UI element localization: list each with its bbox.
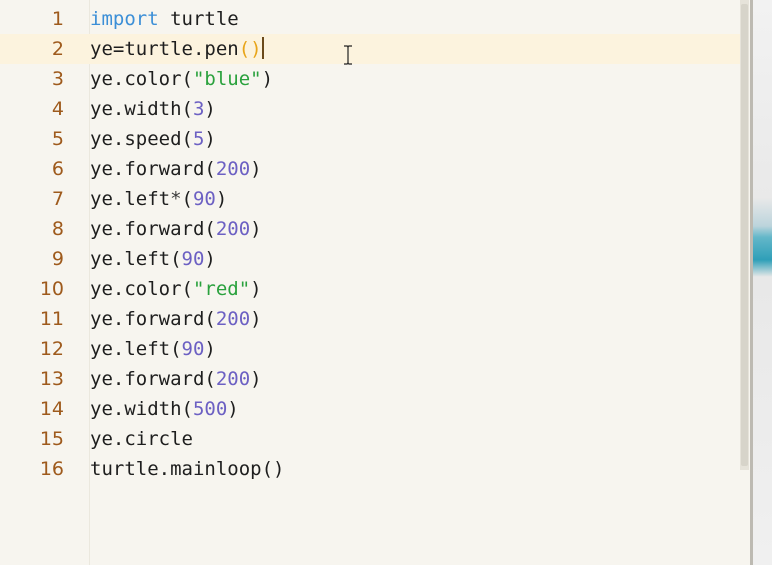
scrollbar-thumb[interactable]	[741, 4, 748, 466]
code-token: turtle	[158, 8, 239, 30]
code-token: ye.left(	[90, 248, 182, 270]
code-text[interactable]: ye.forward(200)	[90, 214, 262, 244]
number-token: 200	[215, 308, 251, 330]
keyword-token: import	[90, 8, 159, 30]
code-token: turtle.mainloop()	[90, 458, 285, 480]
number-token: 90	[181, 338, 205, 360]
code-text[interactable]: ye.width(500)	[90, 394, 239, 424]
code-token: ye.forward(	[90, 368, 216, 390]
code-token: ye.width(	[90, 98, 193, 120]
code-text[interactable]: ye.left*(90)	[90, 184, 227, 214]
code-text[interactable]: ye.forward(200)	[90, 304, 262, 334]
code-text[interactable]: ye.color("blue")	[90, 64, 273, 94]
line-number: 14	[39, 398, 64, 420]
matched-brackets: ()	[238, 38, 262, 60]
code-token: ye.speed(	[90, 128, 193, 150]
code-token: )	[250, 218, 262, 240]
code-line[interactable]: 13 ye.forward(200)	[0, 364, 745, 394]
code-line[interactable]: 14 ye.width(500)	[0, 394, 745, 424]
code-token: )	[204, 248, 216, 270]
code-token: ye.forward(	[90, 308, 216, 330]
code-token: )	[261, 68, 274, 90]
line-number: 2	[51, 38, 64, 60]
line-number: 5	[51, 128, 64, 150]
code-token: ye.forward(	[90, 158, 216, 180]
code-token: ye.forward(	[90, 218, 216, 240]
code-text[interactable]: ye=turtle.pen()	[90, 34, 264, 64]
code-token: )	[250, 308, 262, 330]
line-number: 10	[39, 278, 64, 300]
code-line[interactable]: 1 import turtle	[0, 4, 745, 34]
line-number: 9	[51, 248, 64, 270]
number-token: 90	[192, 188, 216, 210]
code-line[interactable]: 4 ye.width(3)	[0, 94, 745, 124]
line-number: 7	[51, 188, 64, 210]
line-number: 12	[39, 338, 64, 360]
code-token: )	[250, 278, 262, 300]
code-line[interactable]: 6 ye.forward(200)	[0, 154, 745, 184]
code-line[interactable]: 8 ye.forward(200)	[0, 214, 745, 244]
number-token: 3	[192, 98, 205, 120]
code-text[interactable]: ye.forward(200)	[90, 154, 262, 184]
code-text[interactable]: ye.speed(5)	[90, 124, 216, 154]
code-line[interactable]: 5 ye.speed(5)	[0, 124, 745, 154]
code-token: ye.left	[90, 188, 171, 210]
code-text[interactable]: ye.circle	[90, 424, 193, 454]
code-token: )	[215, 188, 228, 210]
code-token: )	[204, 128, 216, 150]
code-line[interactable]: 9 ye.left(90)	[0, 244, 745, 274]
code-text[interactable]: ye.forward(200)	[90, 364, 262, 394]
code-text[interactable]: import turtle	[90, 4, 239, 34]
code-lines[interactable]: 1 import turtle 2 ye=turtle.pen() 3 ye.color(…	[0, 4, 745, 484]
line-number: 1	[51, 8, 64, 30]
desktop-background-strip	[753, 0, 772, 565]
code-token: )	[227, 398, 239, 420]
code-text[interactable]: ye.left(90)	[90, 334, 216, 364]
string-token: "blue"	[192, 68, 262, 90]
code-token: ye=turtle.pen	[90, 38, 239, 60]
line-number: 8	[51, 218, 64, 240]
line-number: 11	[39, 308, 64, 330]
code-line[interactable]: 2 ye=turtle.pen()	[0, 34, 745, 64]
code-text[interactable]: ye.width(3)	[90, 94, 216, 124]
code-line[interactable]: 7 ye.left*(90)	[0, 184, 745, 214]
code-token: ye.left(	[90, 338, 182, 360]
line-number: 15	[39, 428, 64, 450]
code-line[interactable]: 11 ye.forward(200)	[0, 304, 745, 334]
number-token: 200	[215, 218, 251, 240]
line-number: 6	[51, 158, 64, 180]
i-beam-cursor-icon	[344, 45, 352, 65]
number-token: 200	[215, 158, 251, 180]
code-token: )	[250, 158, 262, 180]
code-line[interactable]: 16 turtle.mainloop()	[0, 454, 745, 484]
code-token: ye.circle	[90, 428, 193, 450]
code-line[interactable]: 15 ye.circle	[0, 424, 745, 454]
code-token: ye.color(	[90, 278, 193, 300]
code-line[interactable]: 12 ye.left(90)	[0, 334, 745, 364]
string-token: "red"	[192, 278, 251, 300]
text-caret	[261, 37, 264, 59]
number-token: 90	[181, 248, 205, 270]
code-token: )	[204, 98, 216, 120]
code-token: )	[204, 338, 216, 360]
operator-token: *	[170, 188, 182, 210]
code-line[interactable]: 3 ye.color("blue")	[0, 64, 745, 94]
number-token: 500	[192, 398, 228, 420]
number-token: 5	[192, 128, 205, 150]
code-editor[interactable]: 1 import turtle 2 ye=turtle.pen() 3 ye.color(…	[0, 0, 772, 565]
vertical-scrollbar[interactable]	[740, 0, 749, 470]
code-line[interactable]: 10 ye.color("red")	[0, 274, 745, 304]
code-token: )	[250, 368, 262, 390]
line-number: 13	[39, 368, 64, 390]
code-token: ye.color(	[90, 68, 193, 90]
code-text[interactable]: turtle.mainloop()	[90, 454, 284, 484]
number-token: 200	[215, 368, 251, 390]
line-number: 3	[51, 68, 64, 90]
code-text[interactable]: ye.color("red")	[90, 274, 262, 304]
code-text[interactable]: ye.left(90)	[90, 244, 216, 274]
line-number: 4	[51, 98, 64, 120]
code-token: (	[181, 188, 193, 210]
code-token: ye.width(	[90, 398, 193, 420]
line-number: 16	[39, 458, 64, 480]
